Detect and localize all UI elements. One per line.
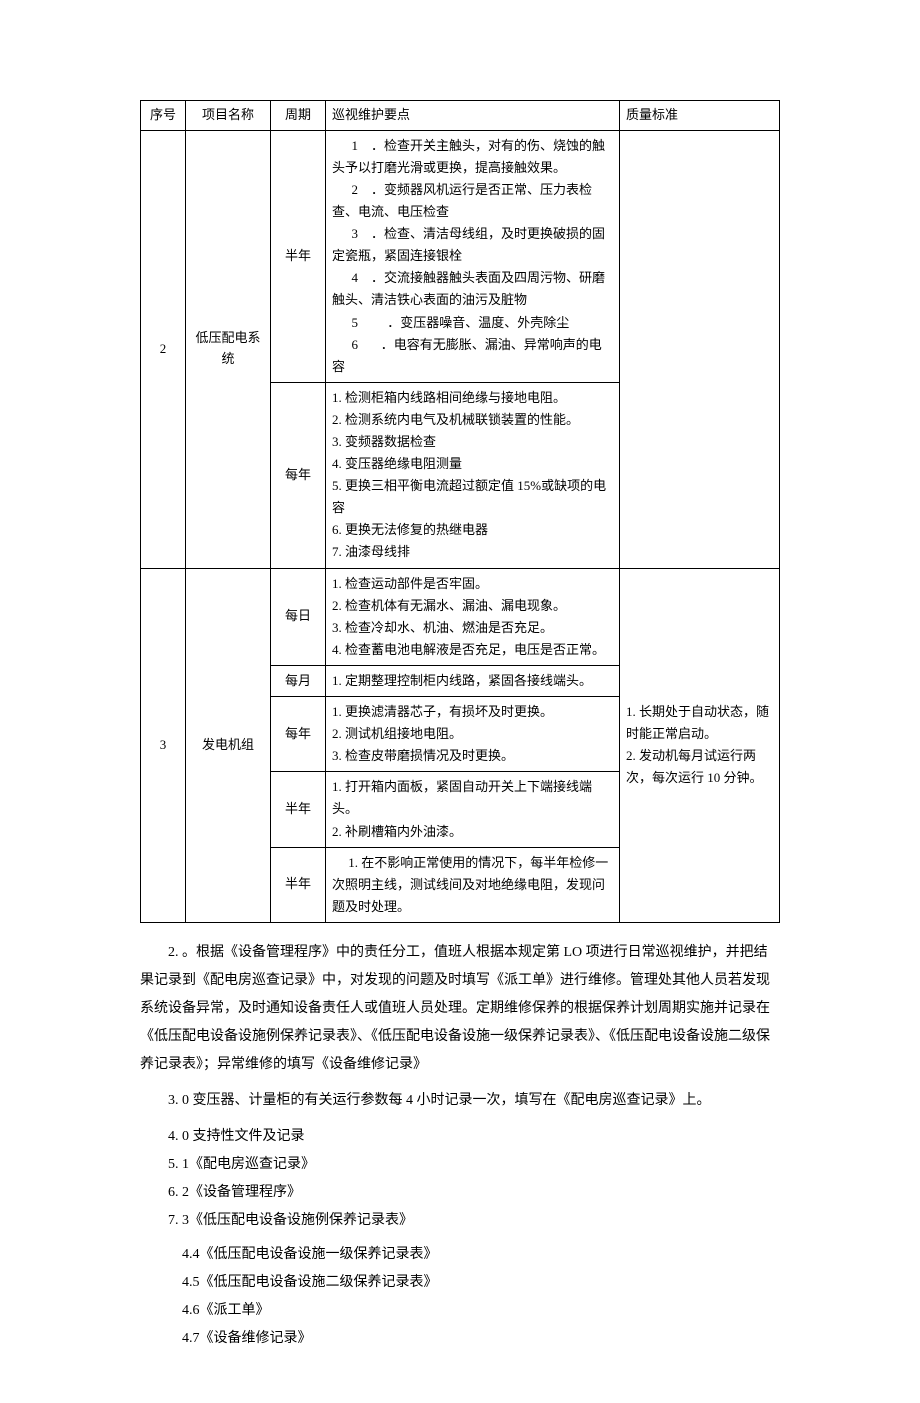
cell-period: 半年: [271, 772, 326, 847]
header-seq: 序号: [141, 101, 186, 131]
list-item: 4.4《低压配电设备设施一级保养记录表》: [140, 1241, 780, 1269]
points-text: 1. 打开箱内面板，紧固自动开关上下端接线端头。 2. 补刷槽箱内外油漆。: [332, 776, 613, 842]
cell-period: 每月: [271, 665, 326, 696]
list-item: 5. 1《配电房巡查记录》: [140, 1151, 780, 1179]
list-item: 4. 0 支持性文件及记录: [140, 1123, 780, 1151]
table-row: 2 低压配电系统 半年 1 ．检查开关主触头，对有的伤、烧蚀的触头予以打磨光滑或…: [141, 130, 780, 382]
cell-points: 1. 检查运动部件是否牢固。 2. 检查机体有无漏水、漏油、漏电现象。 3. 检…: [326, 568, 620, 665]
cell-seq: 2: [141, 130, 186, 568]
standard-text: 1. 长期处于自动状态，随时能正常启动。 2. 发动机每月试运行两次，每次运行 …: [626, 701, 773, 789]
header-standard: 质量标准: [620, 101, 780, 131]
points-text: 1. 定期整理控制柜内线路，紧固各接线端头。: [332, 670, 613, 692]
points-text: 1. 检查运动部件是否牢固。 2. 检查机体有无漏水、漏油、漏电现象。 3. 检…: [332, 573, 613, 661]
paragraph: 2. 。根据《设备管理程序》中的责任分工，值班人根据本规定第 LO 项进行日常巡…: [140, 939, 780, 1079]
body-text: 2. 。根据《设备管理程序》中的责任分工，值班人根据本规定第 LO 项进行日常巡…: [140, 939, 780, 1353]
cell-name: 发电机组: [186, 568, 271, 922]
list-item: 7. 3《低压配电设备设施例保养记录表》: [140, 1207, 780, 1235]
cell-period: 每年: [271, 382, 326, 568]
header-points: 巡视维护要点: [326, 101, 620, 131]
cell-seq: 3: [141, 568, 186, 922]
cell-period: 半年: [271, 130, 326, 382]
table-row: 3 发电机组 每日 1. 检查运动部件是否牢固。 2. 检查机体有无漏水、漏油、…: [141, 568, 780, 665]
cell-period: 每日: [271, 568, 326, 665]
cell-standard: 1. 长期处于自动状态，随时能正常启动。 2. 发动机每月试运行两次，每次运行 …: [620, 568, 780, 922]
cell-points: 1 ．检查开关主触头，对有的伤、烧蚀的触头予以打磨光滑或更换，提高接触效果。 2…: [326, 130, 620, 382]
cell-points: 1. 更换滤清器芯子，有损坏及时更换。 2. 测试机组接地电阻。 3. 检查皮带…: [326, 697, 620, 772]
cell-name: 低压配电系统: [186, 130, 271, 568]
list-item: 4.6《派工单》: [140, 1297, 780, 1325]
cell-period: 半年: [271, 847, 326, 922]
points-text: 1. 检测柜箱内线路相间绝缘与接地电阻。 2. 检测系统内电气及机械联锁装置的性…: [332, 387, 613, 564]
points-text: 1 ．检查开关主触头，对有的伤、烧蚀的触头予以打磨光滑或更换，提高接触效果。 2…: [332, 135, 613, 378]
numbered-list: 4. 0 支持性文件及记录 5. 1《配电房巡查记录》 6. 2《设备管理程序》…: [140, 1123, 780, 1235]
cell-period: 每年: [271, 697, 326, 772]
paragraph: 3. 0 变压器、计量柜的有关运行参数每 4 小时记录一次，填写在《配电房巡查记…: [140, 1087, 780, 1115]
cell-points: 1. 检测柜箱内线路相间绝缘与接地电阻。 2. 检测系统内电气及机械联锁装置的性…: [326, 382, 620, 568]
cell-standard: [620, 130, 780, 568]
points-text: 1. 更换滤清器芯子，有损坏及时更换。 2. 测试机组接地电阻。 3. 检查皮带…: [332, 701, 613, 767]
maintenance-table: 序号 项目名称 周期 巡视维护要点 质量标准 2 低压配电系统 半年 1 ．检查…: [140, 100, 780, 923]
list-item: 6. 2《设备管理程序》: [140, 1179, 780, 1207]
list-item: 4.5《低压配电设备设施二级保养记录表》: [140, 1269, 780, 1297]
list-item: 4.7《设备维修记录》: [140, 1325, 780, 1353]
cell-points: 1. 打开箱内面板，紧固自动开关上下端接线端头。 2. 补刷槽箱内外油漆。: [326, 772, 620, 847]
points-text: 1. 在不影响正常使用的情况下，每半年检修一次照明主线，测试线间及对地绝缘电阻，…: [332, 852, 613, 918]
cell-points: 1. 在不影响正常使用的情况下，每半年检修一次照明主线，测试线间及对地绝缘电阻，…: [326, 847, 620, 922]
table-header-row: 序号 项目名称 周期 巡视维护要点 质量标准: [141, 101, 780, 131]
cell-points: 1. 定期整理控制柜内线路，紧固各接线端头。: [326, 665, 620, 696]
header-period: 周期: [271, 101, 326, 131]
header-name: 项目名称: [186, 101, 271, 131]
